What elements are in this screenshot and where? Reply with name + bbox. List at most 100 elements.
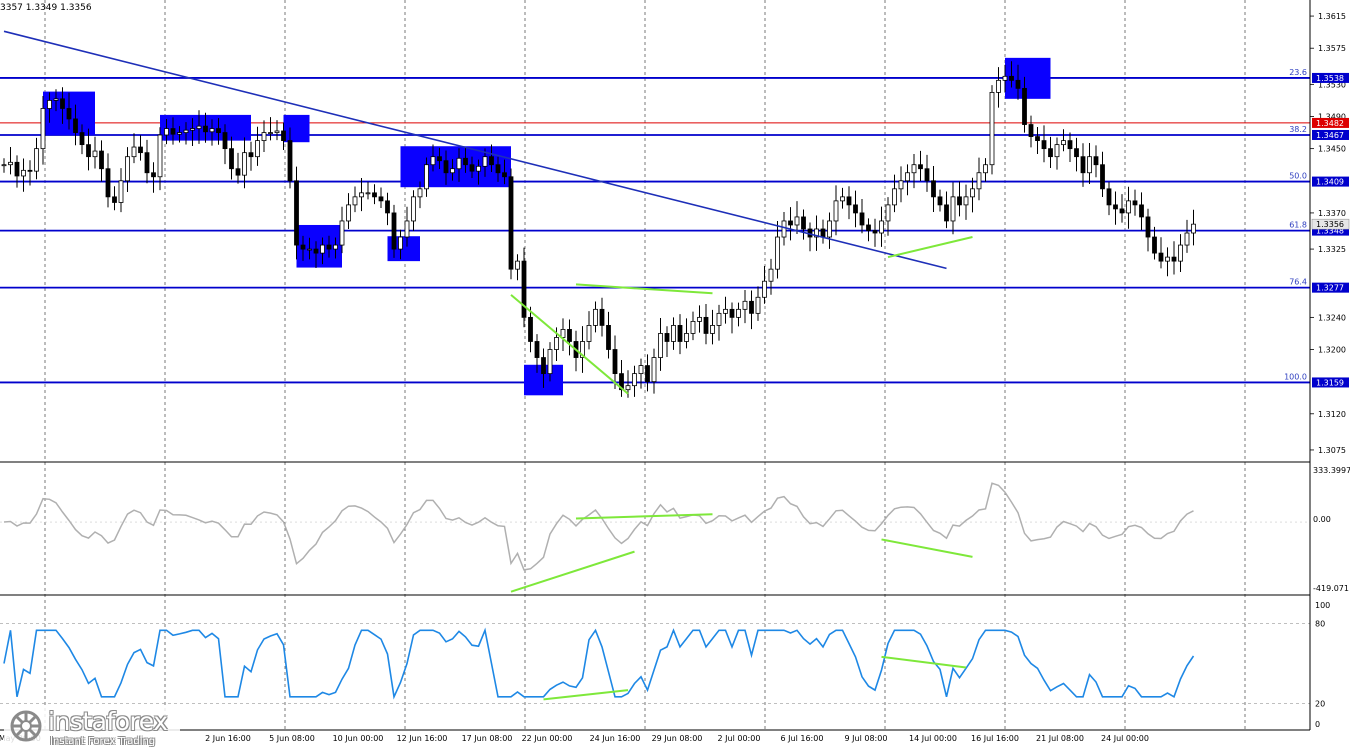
candle-body-162	[1054, 144, 1060, 158]
divergence-line-3	[575, 513, 713, 520]
candle-body-180	[1171, 256, 1177, 262]
candle-body-181	[1178, 244, 1183, 262]
candle-body-161	[1048, 148, 1053, 158]
time-tick-label-8: 29 Jun 08:00	[652, 734, 703, 743]
candle-body-103	[671, 325, 676, 342]
candle-body-52	[339, 220, 345, 246]
candle-body-6	[40, 108, 46, 150]
candle-body-76	[495, 164, 501, 174]
candle-body-97	[632, 373, 637, 387]
fib-level-tag-3: 61.8	[1289, 221, 1307, 230]
price-tick-label-1: 1.3575	[1318, 44, 1346, 53]
candle-body-55	[359, 192, 364, 198]
level-label-5: 1.3159	[1316, 378, 1344, 387]
current-price-label: 1.3356	[1316, 220, 1344, 229]
candle-body-182	[1184, 232, 1190, 246]
time-tick-label-14: 21 Jul 08:00	[1036, 734, 1084, 743]
candle-body-25	[164, 128, 169, 136]
candle-body-5	[34, 148, 39, 172]
candle-body-171	[1113, 204, 1118, 210]
candle-body-154	[1002, 75, 1008, 81]
candle-body-110	[716, 312, 722, 326]
time-tick-label-12: 14 Jul 00:00	[909, 734, 957, 743]
fib-level-tag-1: 38.2	[1289, 125, 1307, 134]
candle-body-117	[762, 280, 767, 298]
candle-body-44	[287, 140, 293, 182]
level-label-1: 1.3467	[1316, 131, 1344, 140]
chart-canvas: 23.6 38.2 50.0 61.8 76.4 100.0 1.3615 1.3575 1.…	[0, 0, 1350, 743]
candle-body-104	[677, 325, 683, 342]
price-tick-label-0: 1.3615	[1318, 12, 1346, 21]
candle-body-157	[1022, 87, 1027, 125]
candlesticks	[1, 61, 1196, 398]
candle-body-96	[625, 385, 631, 391]
level-label-2: 1.3409	[1316, 178, 1344, 187]
candle-body-49	[320, 244, 325, 254]
candle-body-159	[1035, 136, 1040, 142]
candle-body-46	[300, 244, 306, 250]
candle-body-169	[1100, 164, 1105, 190]
candle-body-153	[996, 79, 1001, 93]
candle-body-166	[1080, 156, 1086, 174]
candle-body-14	[92, 150, 98, 158]
candle-body-120	[781, 220, 787, 238]
candle-body-51	[333, 244, 338, 250]
candle-body-81	[528, 316, 533, 342]
cci-tick-label-1: 0.00	[1313, 515, 1331, 524]
time-tick-label-9: 2 Jul 00:00	[718, 734, 761, 743]
time-tick-label-1: 2 Jun 16:00	[205, 734, 251, 743]
candle-body-43	[281, 130, 286, 142]
divergence-line-2	[887, 236, 973, 259]
candle-body-145	[944, 204, 949, 222]
price-axis: 1.36151.35751.35301.34901.34501.33701.33…	[1310, 12, 1350, 729]
candle-body-174	[1132, 200, 1138, 206]
candle-body-148	[963, 196, 969, 206]
candle-body-136	[885, 204, 891, 222]
time-tick-label-3: 10 Jun 00:00	[333, 734, 384, 743]
price-tick-label-8: 1.3200	[1318, 346, 1346, 355]
candle-body-34	[222, 132, 228, 150]
time-tick-label-11: 9 Jul 08:00	[845, 734, 888, 743]
candle-body-137	[892, 188, 897, 206]
candle-body-15	[99, 150, 104, 170]
candle-body-168	[1093, 156, 1099, 166]
candle-body-131	[853, 204, 858, 214]
rsi-tick-label-3: 0	[1315, 720, 1320, 729]
vertical-grid	[44, 0, 1246, 730]
candle-body-57	[372, 192, 377, 198]
candle-body-18	[118, 180, 124, 203]
candle-body-58	[378, 196, 384, 202]
candle-body-100	[651, 357, 657, 383]
candle-body-114	[742, 300, 748, 310]
candle-body-38	[248, 152, 254, 158]
candle-body-40	[261, 132, 267, 142]
candle-body-17	[112, 196, 117, 203]
candle-body-41	[268, 132, 273, 134]
candle-body-119	[775, 236, 780, 270]
candle-body-53	[346, 204, 351, 222]
candle-body-105	[684, 333, 689, 342]
candle-body-30	[196, 125, 202, 129]
candle-body-138	[898, 180, 904, 190]
candle-body-106	[690, 320, 696, 334]
candle-body-2	[14, 161, 20, 177]
candle-body-112	[729, 308, 735, 318]
candle-body-4	[27, 169, 33, 172]
candle-body-109	[710, 325, 715, 334]
candle-body-128	[833, 200, 839, 222]
candle-body-122	[794, 216, 800, 226]
candle-body-60	[391, 212, 397, 250]
candle-body-62	[404, 220, 410, 238]
candle-body-11	[73, 118, 78, 133]
candle-body-45	[294, 180, 299, 246]
cci-panel	[0, 482, 1310, 571]
candle-body-115	[749, 300, 754, 314]
divergence-line-6	[543, 689, 629, 701]
rsi-line	[3, 627, 1195, 700]
candle-body-26	[170, 128, 176, 135]
candle-body-64	[417, 188, 423, 198]
candle-body-108	[703, 316, 709, 334]
candle-body-149	[970, 188, 975, 198]
price-tick-label-6: 1.3325	[1318, 245, 1346, 254]
level-label-4: 1.3277	[1316, 284, 1344, 293]
